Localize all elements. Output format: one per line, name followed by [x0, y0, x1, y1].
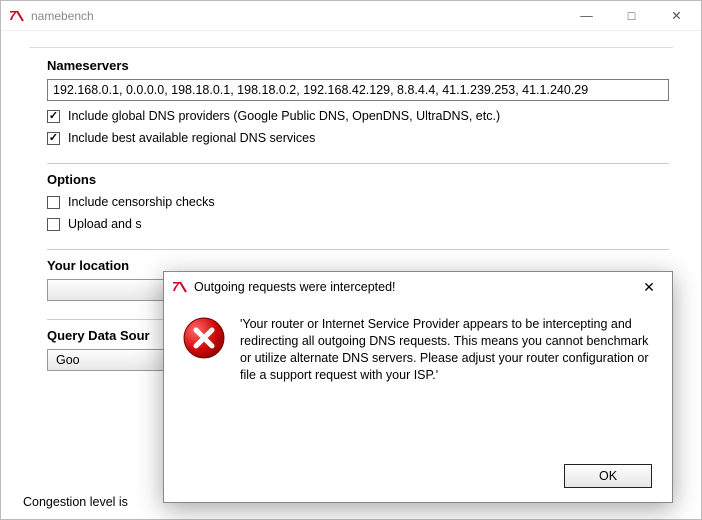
query-data-dropdown[interactable]: Goo: [47, 349, 167, 371]
nameservers-input[interactable]: [47, 79, 669, 101]
error-dialog: 7 Outgoing requests were intercepted! ✕: [163, 271, 673, 503]
query-data-value: Goo: [56, 353, 80, 367]
titlebar: 7 namebench — □ ✕: [1, 1, 701, 31]
close-button[interactable]: ✕: [654, 2, 699, 30]
ok-button[interactable]: OK: [564, 464, 652, 488]
svg-text:7: 7: [172, 279, 180, 294]
error-icon: [182, 316, 226, 360]
include-global-label: Include global DNS providers (Google Pub…: [68, 109, 500, 123]
dialog-body: 'Your router or Internet Service Provide…: [164, 302, 672, 394]
dialog-footer: OK: [564, 464, 652, 488]
include-regional-checkbox[interactable]: [47, 132, 60, 145]
censorship-row[interactable]: Include censorship checks: [47, 195, 669, 209]
minimize-button[interactable]: —: [564, 2, 609, 30]
status-text: Congestion level is: [23, 495, 128, 509]
svg-text:7: 7: [9, 8, 17, 23]
upload-label: Upload and s: [68, 217, 142, 231]
nameservers-heading: Nameservers: [47, 58, 669, 73]
dialog-message: 'Your router or Internet Service Provide…: [240, 316, 652, 384]
upload-row[interactable]: Upload and s: [47, 217, 669, 231]
maximize-button[interactable]: □: [609, 2, 654, 30]
include-global-checkbox[interactable]: [47, 110, 60, 123]
options-heading: Options: [47, 163, 669, 187]
dialog-app-icon: 7: [172, 279, 188, 295]
window-title: namebench: [31, 9, 564, 23]
location-dropdown[interactable]: [47, 279, 167, 301]
dialog-title: Outgoing requests were intercepted!: [194, 280, 628, 294]
main-window: 7 namebench — □ ✕ Nameservers Include gl…: [0, 0, 702, 520]
upload-checkbox[interactable]: [47, 218, 60, 231]
dialog-titlebar: 7 Outgoing requests were intercepted! ✕: [164, 272, 672, 302]
censorship-label: Include censorship checks: [68, 195, 215, 209]
include-global-row[interactable]: Include global DNS providers (Google Pub…: [47, 109, 669, 123]
include-regional-row[interactable]: Include best available regional DNS serv…: [47, 131, 669, 145]
app-icon: 7: [9, 8, 25, 24]
censorship-checkbox[interactable]: [47, 196, 60, 209]
close-icon: ✕: [643, 279, 655, 296]
location-heading: Your location: [47, 249, 669, 273]
include-regional-label: Include best available regional DNS serv…: [68, 131, 315, 145]
dialog-close-button[interactable]: ✕: [628, 274, 670, 300]
